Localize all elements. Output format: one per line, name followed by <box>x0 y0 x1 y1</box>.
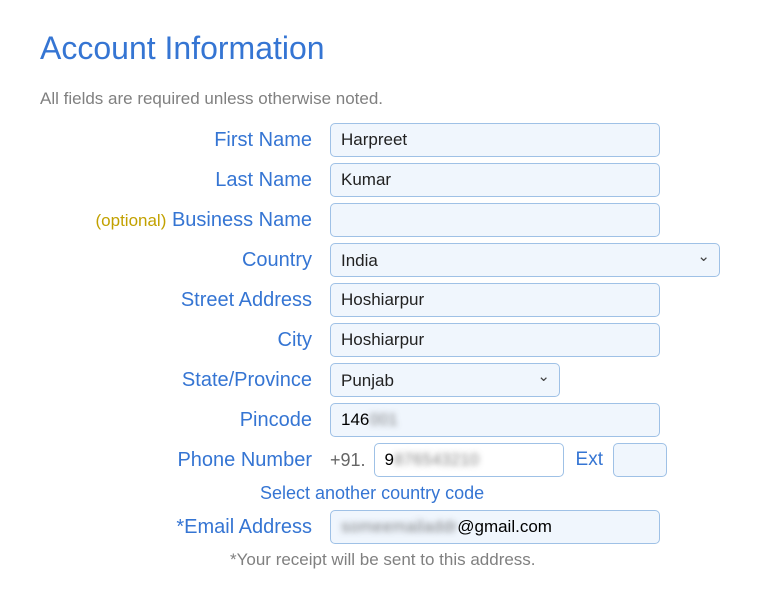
business-name-input[interactable] <box>330 203 660 237</box>
row-country: Country India <box>40 243 727 277</box>
row-email: *Email Address someemailaddr@gmail.com <box>40 510 727 544</box>
label-city: City <box>40 329 330 352</box>
label-state: State/Province <box>40 369 330 392</box>
row-city: City <box>40 323 727 357</box>
row-business-name: (optional) Business Name <box>40 203 727 237</box>
required-note: All fields are required unless otherwise… <box>40 89 727 109</box>
optional-tag: (optional) <box>96 211 167 230</box>
label-phone: Phone Number <box>40 449 330 472</box>
label-street-address: Street Address <box>40 289 330 312</box>
label-ext: Ext <box>576 449 603 471</box>
first-name-input[interactable] <box>330 123 660 157</box>
label-email: *Email Address <box>40 516 330 539</box>
country-select[interactable]: India <box>330 243 720 277</box>
select-country-code-link[interactable]: Select another country code <box>260 483 484 503</box>
page-title: Account Information <box>40 30 727 67</box>
email-input[interactable]: someemailaddr@gmail.com <box>330 510 660 544</box>
row-country-code-link: Select another country code <box>40 483 727 504</box>
row-street-address: Street Address <box>40 283 727 317</box>
email-footnote: *Your receipt will be sent to this addre… <box>40 550 727 570</box>
label-business-name: (optional) Business Name <box>40 209 330 232</box>
label-pincode: Pincode <box>40 409 330 432</box>
street-address-input[interactable] <box>330 283 660 317</box>
row-pincode: Pincode 146001 <box>40 403 727 437</box>
row-state: State/Province Punjab <box>40 363 727 397</box>
label-country: Country <box>40 249 330 272</box>
label-first-name: First Name <box>40 129 330 152</box>
row-last-name: Last Name <box>40 163 727 197</box>
last-name-input[interactable] <box>330 163 660 197</box>
phone-input[interactable]: 9876543210 <box>374 443 564 477</box>
ext-input[interactable] <box>613 443 667 477</box>
row-phone: Phone Number +91. 9876543210 Ext <box>40 443 727 477</box>
state-select[interactable]: Punjab <box>330 363 560 397</box>
row-first-name: First Name <box>40 123 727 157</box>
city-input[interactable] <box>330 323 660 357</box>
phone-prefix: +91. <box>330 450 366 471</box>
label-last-name: Last Name <box>40 169 330 192</box>
pincode-input[interactable]: 146001 <box>330 403 660 437</box>
